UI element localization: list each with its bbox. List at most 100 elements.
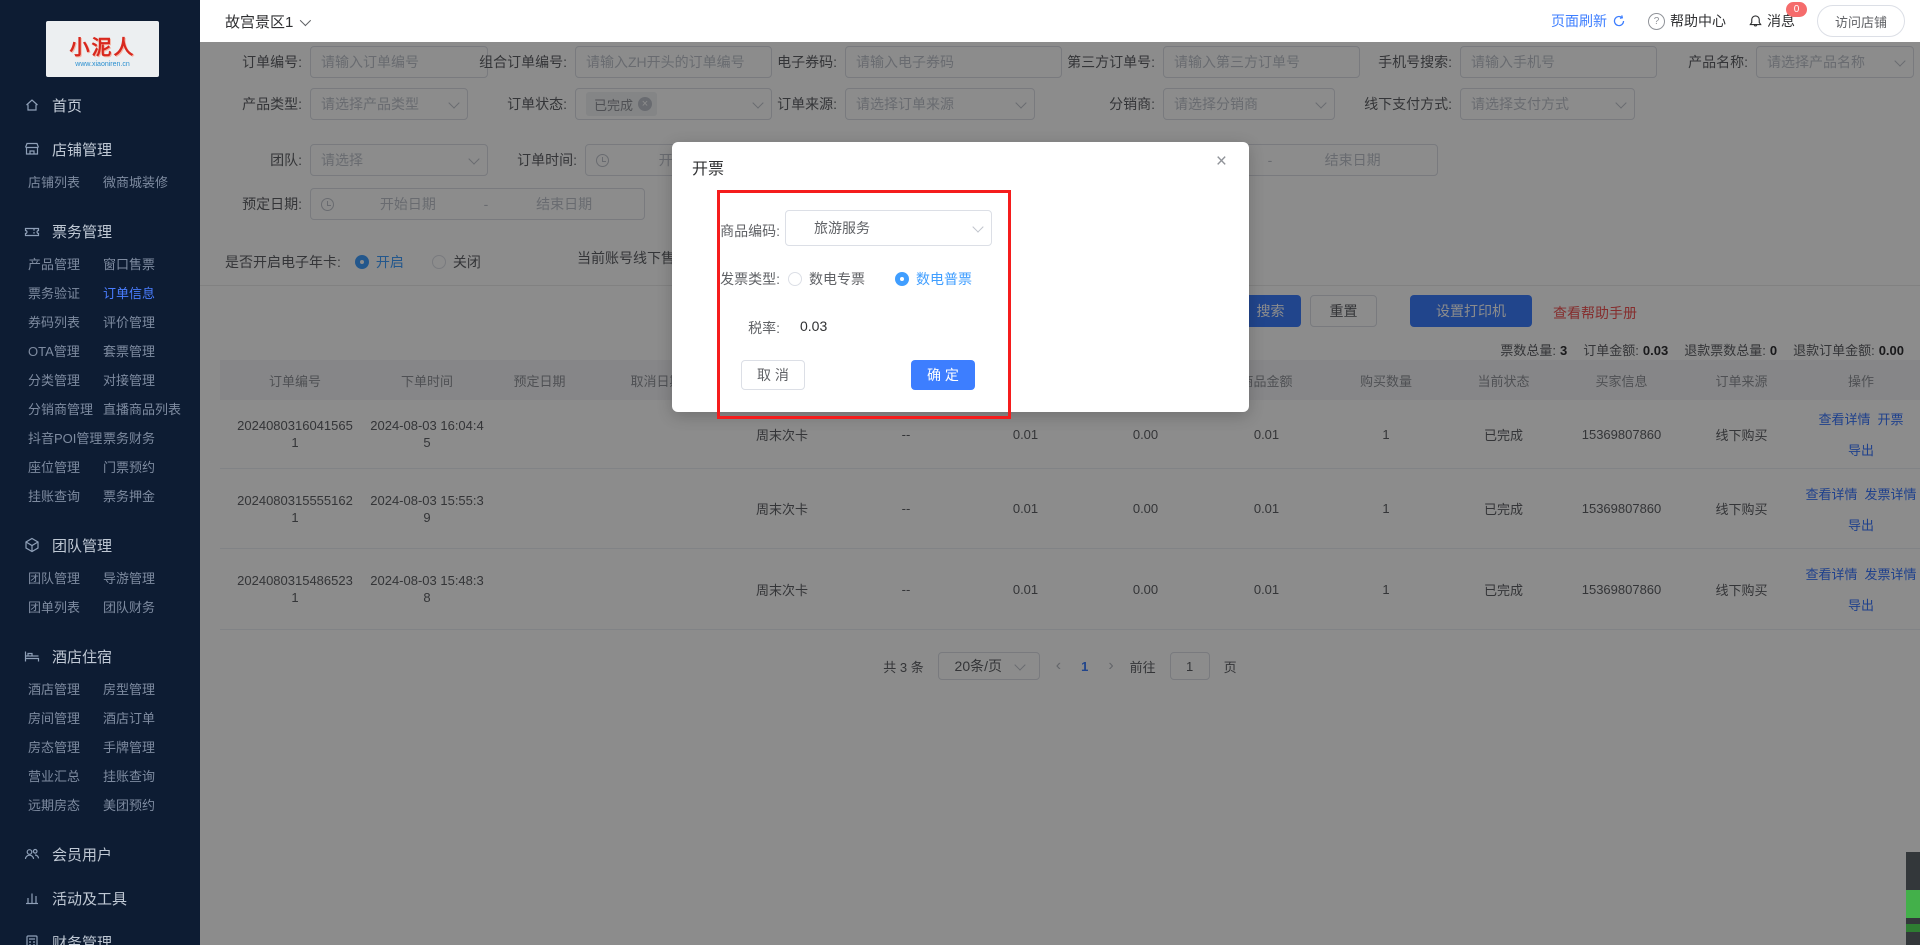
page-refresh-button[interactable]: 页面刷新 [1551, 11, 1626, 31]
logo[interactable]: 小泥人 www.xiaoniren.cn [46, 21, 159, 77]
sidebar-item[interactable]: 票务财务 [103, 424, 200, 453]
sidebar-item[interactable]: 票务验证 [28, 279, 103, 308]
chevron-down-icon [972, 221, 983, 232]
site-switcher[interactable]: 故宫景区1 [225, 11, 308, 32]
sidebar-item[interactable]: 窗口售票 [103, 250, 200, 279]
sidebar-section-label: 酒店住宿 [52, 646, 112, 667]
sidebar-section-header[interactable]: 团队管理 [0, 535, 200, 555]
sidebar-section-header[interactable]: 票务管理 [0, 221, 200, 241]
sidebar-section-header[interactable]: 财务管理 [0, 932, 200, 945]
sidebar-item[interactable]: 酒店订单 [103, 704, 200, 733]
messages-button[interactable]: 消息 0 [1748, 11, 1795, 31]
sidebar-item[interactable]: 远期房态 [28, 791, 103, 820]
sidebar-section-label: 会员用户 [52, 844, 112, 865]
product-code-select[interactable]: 旅游服务 [785, 210, 992, 246]
logo-title: 小泥人 [70, 31, 136, 60]
sidebar-section-header[interactable]: 会员用户 [0, 844, 200, 864]
sidebar-section-label: 票务管理 [52, 221, 112, 242]
messages-badge: 0 [1786, 2, 1807, 17]
storefront-icon [24, 141, 40, 157]
sidebar-item[interactable]: 产品管理 [28, 250, 103, 279]
sidebar-item[interactable]: 房间管理 [28, 704, 103, 733]
sidebar-item-home[interactable]: 首页 [0, 95, 200, 115]
sidebar-item[interactable]: 挂账查询 [103, 762, 200, 791]
sidebar-item[interactable]: 团队财务 [103, 593, 200, 622]
sidebar-item[interactable]: 店铺列表 [28, 168, 103, 197]
sidebar-item[interactable]: 券码列表 [28, 308, 103, 337]
invoice-general-radio[interactable] [895, 272, 909, 286]
sidebar-section-header[interactable]: 活动及工具 [0, 888, 200, 908]
sidebar-item[interactable]: 门票预约 [103, 453, 200, 482]
sidebar-item[interactable]: 挂账查询 [28, 482, 103, 511]
refresh-icon [1612, 14, 1626, 28]
invoice-type-label: 发票类型: [717, 269, 780, 289]
sidebar-section-header[interactable]: 店铺管理 [0, 139, 200, 159]
finance-icon [24, 934, 40, 945]
sidebar-item[interactable]: 分销商管理 [28, 395, 103, 424]
sidebar-item[interactable]: 对接管理 [103, 366, 200, 395]
sidebar-item[interactable]: 微商城装修 [103, 168, 200, 197]
sidebar-item[interactable]: 营业汇总 [28, 762, 103, 791]
sidebar-section: 活动及工具 [0, 888, 200, 908]
members-icon [24, 846, 40, 862]
logo-subtitle: www.xiaoniren.cn [75, 61, 129, 68]
sidebar-item[interactable]: 票务押金 [103, 482, 200, 511]
scrollbar-thumb[interactable] [1906, 890, 1920, 918]
invoice-modal: 开票 × 商品编码: 旅游服务 发票类型: 数电专票 数电普票 税率: 0.03… [672, 142, 1249, 412]
sidebar-item[interactable]: 酒店管理 [28, 675, 103, 704]
chevron-down-icon [300, 14, 311, 25]
sidebar-section: 票务管理产品管理窗口售票票务验证订单信息券码列表评价管理OTA管理套票管理分类管… [0, 221, 200, 511]
tax-rate-label: 税率: [717, 318, 780, 338]
invoice-general-label: 数电普票 [916, 269, 972, 289]
sidebar-item[interactable]: 房型管理 [103, 675, 200, 704]
sidebar-home-label: 首页 [52, 95, 82, 116]
scrollbar-segment [1906, 924, 1920, 932]
sidebar-item[interactable]: 团队管理 [28, 564, 103, 593]
sidebar-section-items: 酒店管理房型管理房间管理酒店订单房态管理手牌管理营业汇总挂账查询远期房态美团预约 [0, 675, 200, 820]
sidebar-sections: 店铺管理店铺列表微商城装修票务管理产品管理窗口售票票务验证订单信息券码列表评价管… [0, 139, 200, 945]
sidebar-section: 酒店住宿酒店管理房型管理房间管理酒店订单房态管理手牌管理营业汇总挂账查询远期房态… [0, 646, 200, 820]
sidebar-section-label: 团队管理 [52, 535, 112, 556]
hotel-icon [24, 648, 40, 664]
sidebar-section-items: 产品管理窗口售票票务验证订单信息券码列表评价管理OTA管理套票管理分类管理对接管… [0, 250, 200, 511]
product-code-label: 商品编码: [717, 221, 780, 241]
sidebar-item[interactable]: 房态管理 [28, 733, 103, 762]
sidebar-item[interactable]: 直播商品列表 [103, 395, 200, 424]
confirm-button[interactable]: 确 定 [911, 360, 975, 390]
sidebar-item[interactable]: 订单信息 [103, 279, 200, 308]
visit-shop-button[interactable]: 访问店铺 [1817, 5, 1905, 37]
invoice-special-radio[interactable] [788, 272, 802, 286]
sidebar-item[interactable]: 导游管理 [103, 564, 200, 593]
help-center-button[interactable]: ? 帮助中心 [1648, 11, 1726, 31]
sidebar-item[interactable]: 手牌管理 [103, 733, 200, 762]
page: 小泥人 www.xiaoniren.cn 首页 店铺管理店铺列表微商城装修票务管… [0, 0, 1920, 945]
sidebar-section-label: 财务管理 [52, 932, 112, 945]
sidebar-section: 店铺管理店铺列表微商城装修 [0, 139, 200, 197]
sidebar-item[interactable]: 抖音POI管理 [28, 424, 103, 453]
tax-rate-value: 0.03 [800, 318, 827, 334]
invoice-type-options: 数电专票 数电普票 [788, 269, 972, 289]
topbar-actions: 页面刷新 ? 帮助中心 消息 0 访问店铺 [1551, 0, 1905, 42]
sidebar-section: 团队管理团队管理导游管理团单列表团队财务 [0, 535, 200, 622]
sidebar-item[interactable]: 分类管理 [28, 366, 103, 395]
sidebar-item[interactable]: 座位管理 [28, 453, 103, 482]
bell-icon [1748, 14, 1763, 29]
sidebar-section-header[interactable]: 酒店住宿 [0, 646, 200, 666]
topbar: 故宫景区1 页面刷新 ? 帮助中心 消息 0 访问店铺 [200, 0, 1920, 42]
invoice-special-label: 数电专票 [809, 269, 865, 289]
sidebar-item[interactable]: 团单列表 [28, 593, 103, 622]
sidebar-section: 财务管理 [0, 932, 200, 945]
sidebar-item[interactable]: OTA管理 [28, 337, 103, 366]
home-icon [24, 97, 40, 113]
sidebar-item[interactable]: 评价管理 [103, 308, 200, 337]
sidebar-item[interactable]: 美团预约 [103, 791, 200, 820]
sidebar: 小泥人 www.xiaoniren.cn 首页 店铺管理店铺列表微商城装修票务管… [0, 0, 200, 945]
sidebar-item[interactable]: 套票管理 [103, 337, 200, 366]
scrollbar[interactable] [1906, 852, 1920, 945]
sidebar-section: 会员用户 [0, 844, 200, 864]
sidebar-section-label: 店铺管理 [52, 139, 112, 160]
close-icon[interactable]: × [1216, 152, 1227, 172]
team-icon [24, 537, 40, 553]
sidebar-section-items: 店铺列表微商城装修 [0, 168, 200, 197]
cancel-button[interactable]: 取 消 [741, 360, 805, 390]
